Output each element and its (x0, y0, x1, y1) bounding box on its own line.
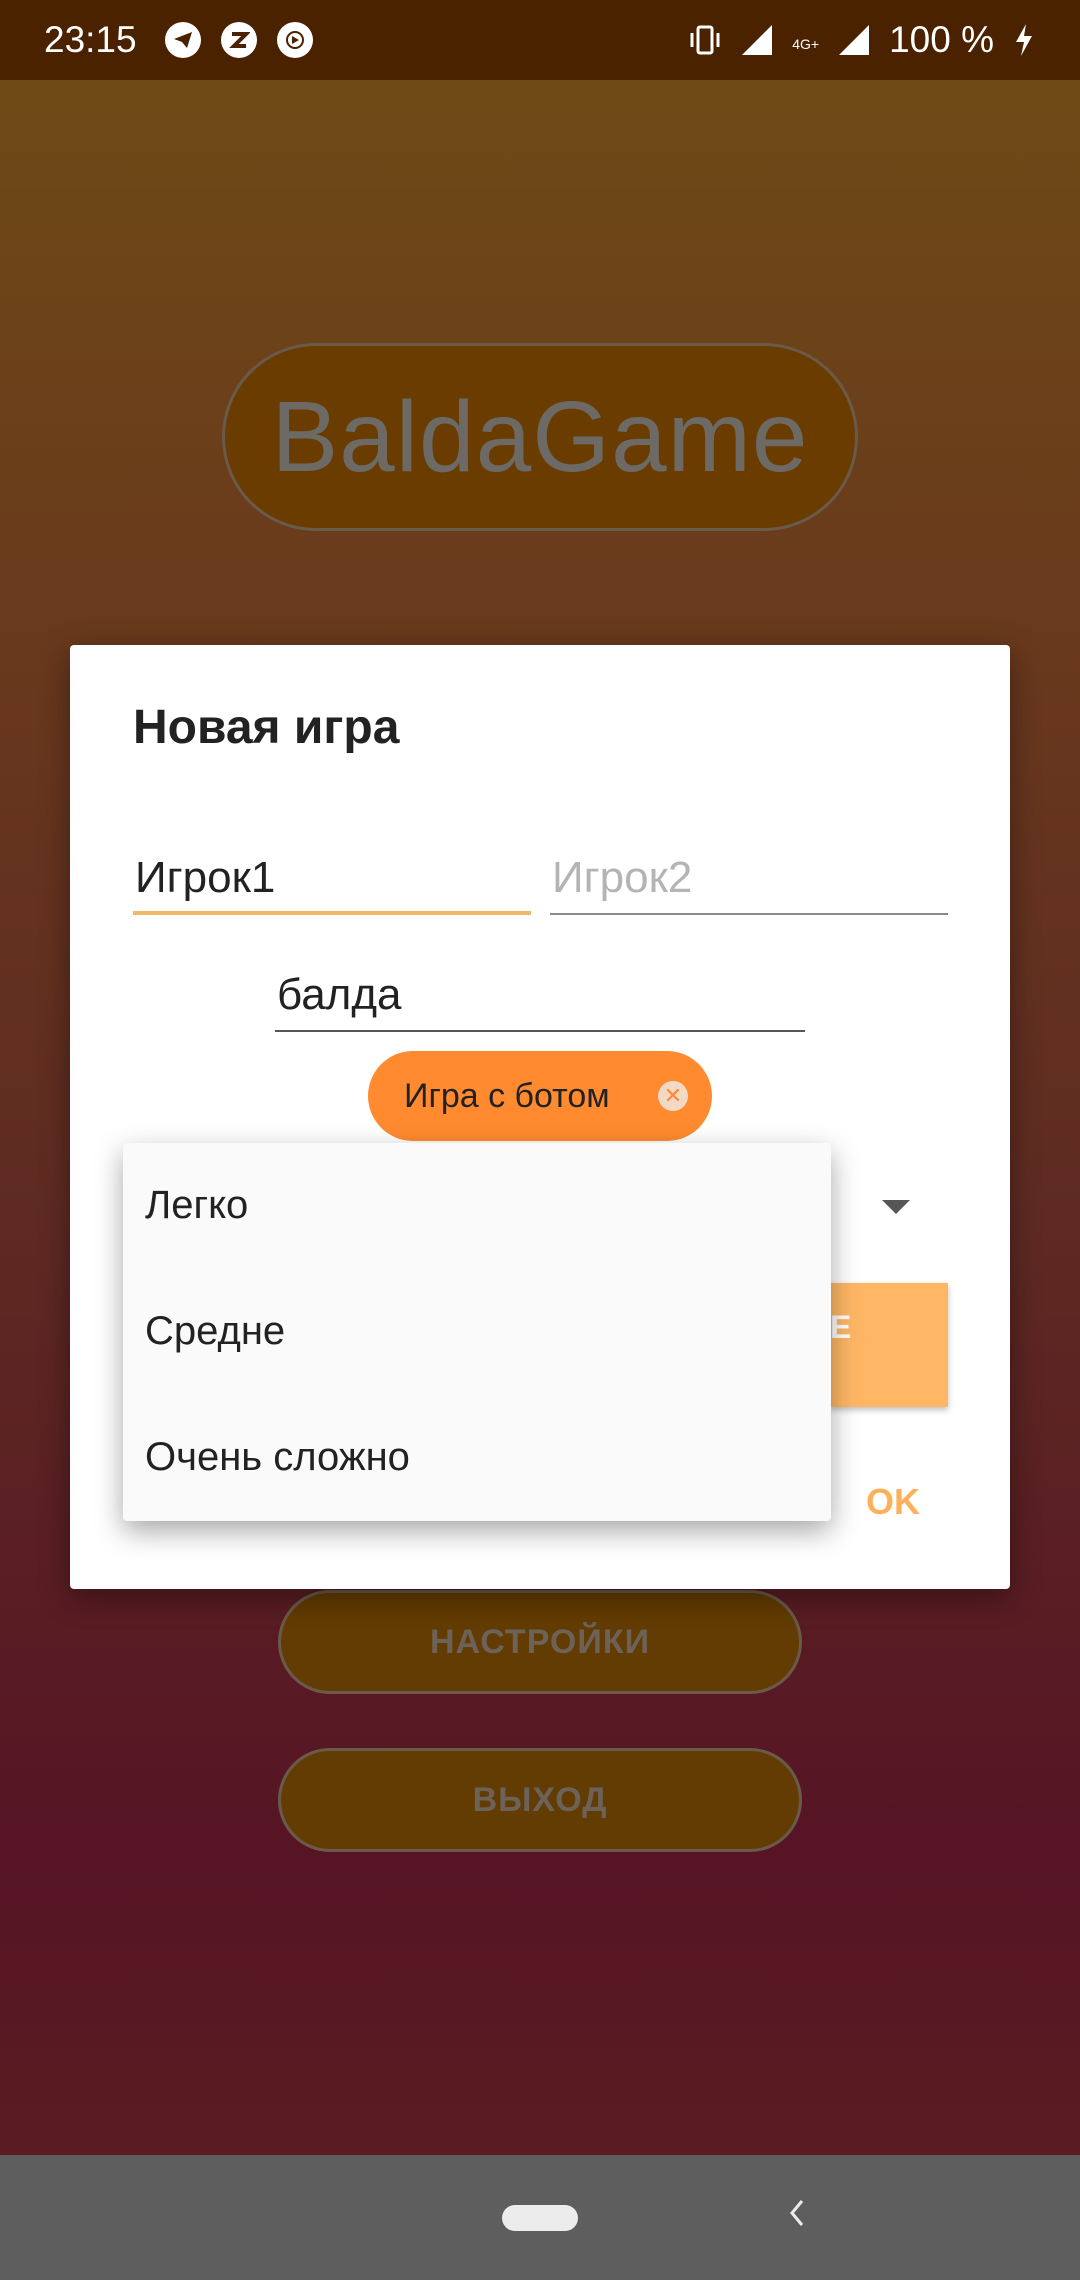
back-icon[interactable] (782, 2193, 812, 2233)
dropdown-option-easy[interactable]: Легко (145, 1183, 248, 1228)
player1-value: Игрок1 (135, 853, 276, 902)
status-time: 23:15 (44, 19, 137, 60)
difficulty-dropdown-arrow-icon[interactable] (882, 1200, 910, 1214)
notification-icons (164, 22, 313, 58)
signal-icon (742, 25, 773, 55)
player2-field[interactable]: Игрок2 (550, 823, 948, 915)
telegram-icon (164, 22, 201, 58)
word-value: балда (277, 970, 402, 1019)
media-app-icon (276, 22, 313, 58)
ok-button[interactable]: OK (866, 1481, 920, 1523)
bot-game-chip-label: Игра с ботом (404, 1076, 610, 1115)
z-app-icon (220, 22, 257, 58)
settings-button[interactable]: НАСТРОЙКИ (278, 1590, 802, 1694)
dialog-title: Новая игра (133, 701, 400, 754)
vibrate-icon (690, 25, 720, 55)
player2-placeholder: Игрок2 (552, 853, 693, 902)
system-status-icons: 4G+ 100 % (688, 19, 1036, 61)
status-bar: 23:15 4G+ 100 % (0, 0, 1080, 80)
player2-underline (550, 913, 948, 915)
start-button[interactable]: Е (830, 1283, 948, 1407)
dropdown-option-medium[interactable]: Средне (145, 1309, 285, 1354)
charging-icon (1016, 24, 1032, 56)
app-logo: BaldaGame (222, 343, 858, 531)
exit-button[interactable]: ВЫХОД (278, 1748, 802, 1852)
signal-4g-icon (839, 25, 870, 55)
start-button-label: Е (830, 1309, 852, 1345)
chip-close-icon[interactable]: ✕ (658, 1081, 688, 1111)
app-title: BaldaGame (271, 380, 809, 493)
word-field[interactable]: балда (275, 940, 805, 1032)
dropdown-option-very-hard[interactable]: Очень сложно (145, 1435, 410, 1480)
bot-game-chip[interactable]: Игра с ботом ✕ (368, 1051, 712, 1141)
difficulty-dropdown: Легко Средне Очень сложно (123, 1143, 831, 1521)
navigation-bar (0, 2155, 1080, 2280)
word-underline (275, 1030, 805, 1032)
battery-text: 100 % (889, 19, 994, 60)
network-type: 4G+ (792, 36, 820, 52)
player1-underline (133, 911, 531, 915)
player1-field[interactable]: Игрок1 (133, 823, 531, 915)
home-button[interactable] (502, 2205, 578, 2231)
